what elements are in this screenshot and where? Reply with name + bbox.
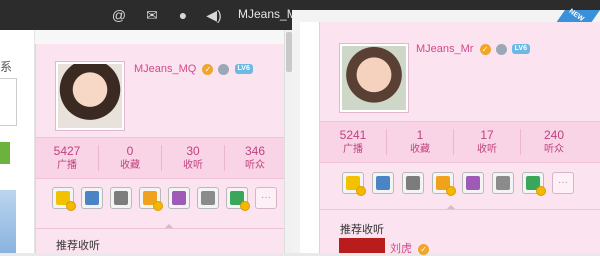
app-icon-row: ··· — [342, 172, 592, 196]
recommend-title: 推荐收听 — [56, 240, 100, 252]
app-calendar-icon[interactable] — [372, 172, 394, 194]
app-glyph — [201, 191, 215, 205]
app-purple-icon[interactable] — [168, 187, 190, 209]
verified-badge-icon: ✓ — [202, 63, 214, 75]
qq-face-icon — [218, 63, 230, 75]
level-badge: LV6 — [234, 64, 253, 75]
stats-bar: 5241 广播 1 收藏 17 收听 240 听众 — [320, 121, 600, 163]
app-search-icon[interactable] — [402, 172, 424, 194]
app-calendar-icon[interactable] — [81, 187, 103, 209]
avatar[interactable] — [55, 61, 125, 131]
right-top-toolbar — [292, 0, 600, 10]
stat-favorites[interactable]: 0 收藏 — [99, 138, 161, 178]
speaker-icon[interactable]: ◀) — [205, 6, 223, 24]
app-qq-icon[interactable] — [342, 172, 366, 196]
at-icon[interactable]: @ — [110, 6, 128, 24]
stat-following[interactable]: 30 收听 — [162, 138, 224, 178]
profile-username[interactable]: MJeans_Mr — [416, 43, 473, 55]
stat-broadcast[interactable]: 5427 广播 — [36, 138, 98, 178]
app-glyph — [466, 176, 480, 190]
coin-badge-icon — [153, 201, 163, 211]
recommend-user-name-row: 刘虎 ✓ — [390, 240, 430, 256]
app-pet-icon[interactable] — [432, 172, 456, 196]
app-glyph — [85, 191, 99, 205]
app-purple-icon[interactable] — [462, 172, 484, 194]
app-music-icon[interactable] — [492, 172, 514, 194]
stat-followers[interactable]: 240 听众 — [521, 122, 587, 162]
person-icon[interactable]: ● — [174, 6, 192, 24]
top-toolbar: @ ✉ ● ◀) MJeans_M — [0, 0, 292, 30]
stat-followers[interactable]: 346 听众 — [225, 138, 285, 178]
side-text: 系 — [0, 60, 13, 74]
coin-badge-icon — [446, 186, 456, 196]
coin-badge-icon — [240, 201, 250, 211]
app-qq-icon[interactable] — [52, 187, 76, 211]
recommend-user-avatar[interactable] — [339, 238, 385, 253]
app-search-icon[interactable] — [110, 187, 132, 209]
recommend-user-name[interactable]: 刘虎 — [390, 243, 412, 255]
publish-button[interactable] — [0, 142, 10, 164]
compose-input[interactable] — [0, 78, 17, 126]
verified-badge-icon: ✓ — [479, 43, 491, 55]
more-apps-button[interactable]: ··· — [255, 187, 277, 209]
app-glyph — [376, 176, 390, 190]
toolbar-username[interactable]: MJeans_M — [238, 7, 292, 21]
avatar-image — [58, 64, 122, 128]
app-glyph — [114, 191, 128, 205]
stat-following[interactable]: 17 收听 — [454, 122, 520, 162]
profile-username-row: MJeans_Mr ✓ LV6 — [416, 43, 530, 55]
mail-icon[interactable]: ✉ — [143, 6, 161, 24]
avatar-image — [342, 46, 406, 110]
stat-favorites[interactable]: 1 收藏 — [387, 122, 453, 162]
profile-panel: MJeans_MQ ✓ LV6 5427 广播 0 收藏 30 收听 346 听… — [35, 44, 285, 253]
coin-badge-icon — [536, 186, 546, 196]
profile-panel: MJeans_Mr ✓ LV6 5241 广播 1 收藏 17 收听 240 听… — [319, 22, 600, 253]
main-column — [300, 22, 320, 253]
qq-face-icon — [495, 43, 507, 55]
recommend-title: 推荐收听 — [340, 224, 384, 236]
coin-badge-icon — [66, 201, 76, 211]
coin-badge-icon — [356, 186, 366, 196]
divider — [320, 209, 600, 210]
stat-broadcast[interactable]: 5241 广播 — [320, 122, 386, 162]
profile-username[interactable]: MJeans_MQ — [134, 63, 196, 75]
app-green-icon[interactable] — [226, 187, 250, 211]
app-pet-icon[interactable] — [139, 187, 163, 211]
level-badge: LV6 — [511, 44, 530, 55]
avatar[interactable] — [339, 43, 409, 113]
app-glyph — [406, 176, 420, 190]
divider — [36, 228, 285, 229]
app-icon-row: ··· — [52, 187, 282, 211]
more-apps-button[interactable]: ··· — [552, 172, 574, 194]
stats-bar: 5427 广播 0 收藏 30 收听 346 听众 — [36, 137, 285, 179]
profile-username-row: MJeans_MQ ✓ LV6 — [134, 63, 253, 75]
side-blue-panel — [0, 190, 16, 253]
app-glyph — [172, 191, 186, 205]
scrollbar[interactable] — [284, 30, 292, 253]
app-green-icon[interactable] — [522, 172, 546, 196]
app-glyph — [496, 176, 510, 190]
app-music-icon[interactable] — [197, 187, 219, 209]
left-browser-window: @ ✉ ● ◀) MJeans_M 系 MJeans_MQ ✓ LV6 5427… — [0, 0, 292, 253]
